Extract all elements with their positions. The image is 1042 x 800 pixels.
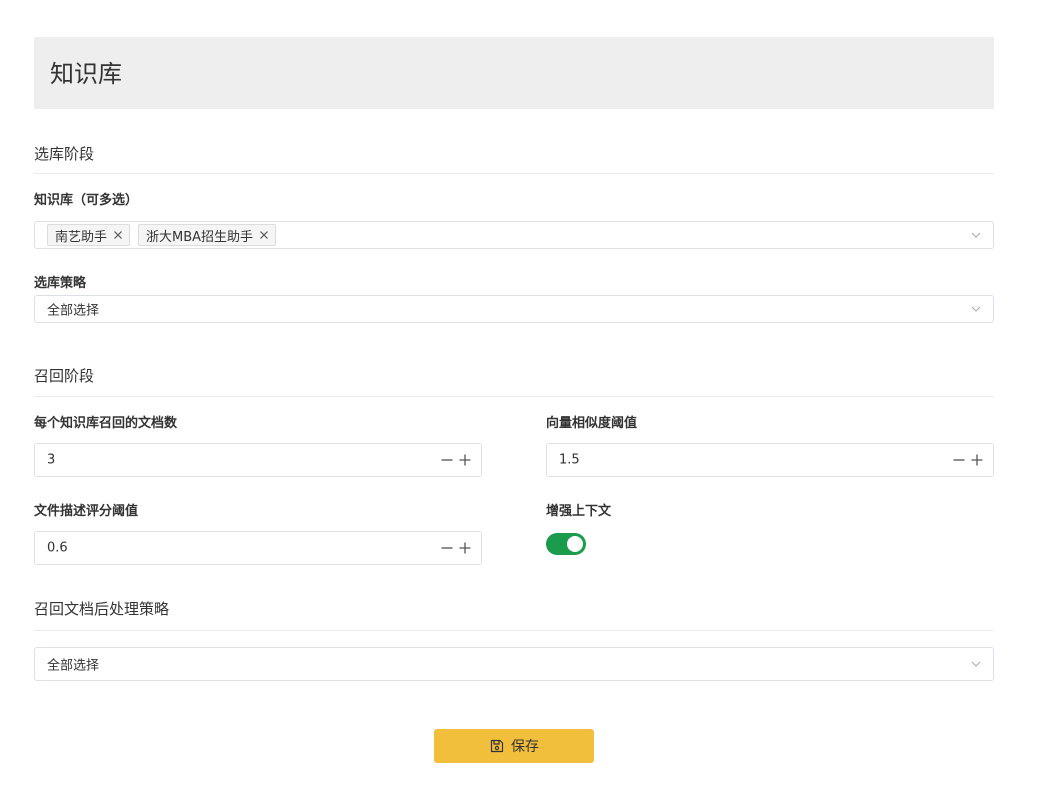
save-button[interactable]: 保存 [434, 729, 594, 763]
section-divider [34, 396, 994, 397]
plus-icon[interactable] [458, 541, 472, 555]
kb-tag-label: 浙大MBA招生助手 [146, 229, 254, 245]
close-icon[interactable] [257, 228, 271, 242]
desc-threshold-label: 文件描述评分阈值 [34, 504, 139, 519]
kb-tag: 南艺助手 [47, 224, 131, 246]
chevron-down-icon [971, 661, 981, 667]
minus-icon[interactable] [440, 541, 454, 555]
close-icon[interactable] [111, 228, 125, 242]
section-title-post-process: 召回文档后处理策略 [34, 600, 170, 618]
enhance-context-label: 增强上下文 [546, 504, 612, 519]
vector-threshold-label: 向量相似度阈值 [546, 416, 638, 431]
enhance-context-toggle[interactable] [546, 533, 586, 555]
page-header: 知识库 [34, 37, 994, 109]
kb-tag: 浙大MBA招生助手 [138, 224, 277, 246]
plus-icon[interactable] [458, 453, 472, 467]
floppy-disk-icon [490, 739, 504, 753]
desc-threshold-stepper[interactable]: 0.6 [34, 531, 482, 565]
kb-tag-label: 南艺助手 [55, 229, 108, 245]
docs-per-kb-stepper[interactable]: 3 [34, 443, 482, 477]
kb-multiselect-label: 知识库（可多选） [34, 193, 139, 208]
minus-icon[interactable] [952, 453, 966, 467]
kb-multiselect[interactable]: 南艺助手 浙大MBA招生助手 [34, 221, 994, 249]
toggle-knob [567, 536, 583, 552]
kb-strategy-label: 选库策略 [34, 276, 87, 291]
post-process-select[interactable]: 全部选择 [34, 647, 994, 681]
section-divider [34, 630, 994, 631]
kb-tag-list: 南艺助手 浙大MBA招生助手 [47, 224, 277, 246]
kb-strategy-select[interactable]: 全部选择 [34, 295, 994, 323]
docs-per-kb-value: 3 [47, 452, 56, 468]
chevron-down-icon [971, 306, 981, 312]
post-process-value: 全部选择 [47, 658, 100, 674]
section-title-selection: 选库阶段 [34, 145, 95, 163]
desc-threshold-value: 0.6 [47, 540, 68, 556]
page-title: 知识库 [50, 60, 122, 88]
chevron-down-icon [971, 232, 981, 238]
plus-icon[interactable] [970, 453, 984, 467]
section-divider [34, 173, 994, 174]
vector-threshold-value: 1.5 [559, 452, 580, 468]
docs-per-kb-label: 每个知识库召回的文档数 [34, 416, 178, 431]
section-title-recall: 召回阶段 [34, 367, 95, 385]
kb-strategy-value: 全部选择 [47, 303, 100, 319]
vector-threshold-stepper[interactable]: 1.5 [546, 443, 994, 477]
minus-icon[interactable] [440, 453, 454, 467]
save-button-label: 保存 [511, 739, 539, 755]
